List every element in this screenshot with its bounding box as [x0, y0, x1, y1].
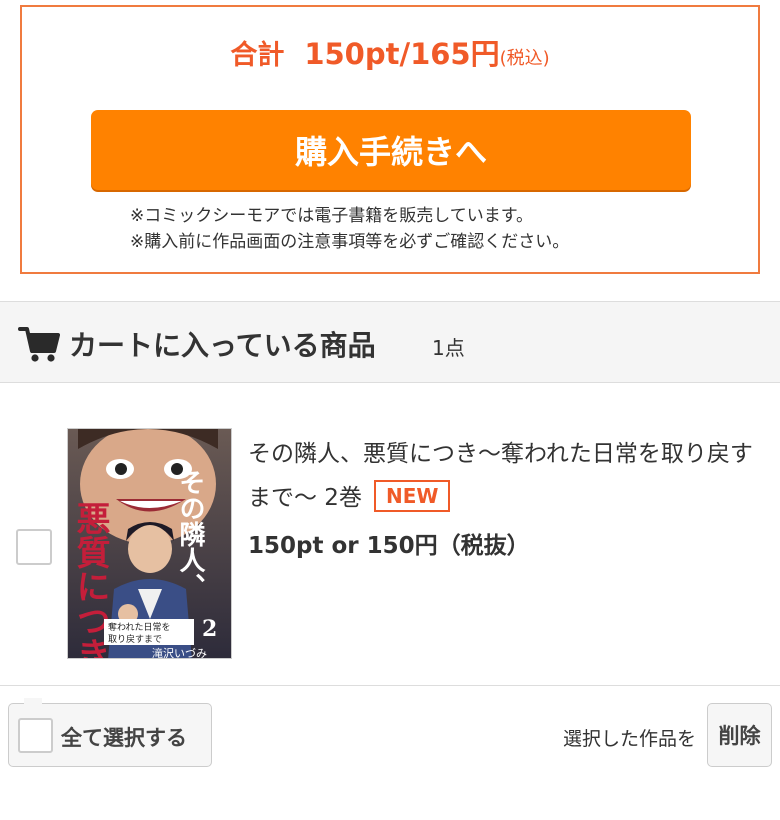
cart-header: カートに入っている商品 1点 [0, 301, 780, 383]
book-cover[interactable]: その隣人、 悪質につき 奪われた日常を 取り戻すまで 2 滝沢いづみ [67, 428, 232, 659]
total-amount: 150pt/165円 [304, 37, 500, 71]
order-summary: 合計 150pt/165円(税込) 購入手続きへ ※コミックシーモアでは電子書籍を… [20, 5, 760, 274]
total-label: 合計 [230, 40, 285, 71]
item-price: 150pt or 150円（税抜） [248, 533, 530, 559]
new-badge: NEW [373, 480, 451, 512]
cover-volume: 2 [202, 616, 217, 642]
note-line: ※購入前に作品画面の注意事項等を必ずご確認ください。 [130, 232, 570, 252]
cover-subtitle: 奪われた日常を [108, 621, 171, 633]
tooltip-arrow-cover [24, 698, 42, 706]
cart-title: カートに入っている商品 [69, 329, 376, 362]
checkout-button[interactable]: 購入手続きへ [91, 110, 691, 190]
select-all-checkbox[interactable] [18, 718, 53, 753]
note-line: ※コミックシーモアでは電子書籍を販売しています。 [130, 206, 534, 226]
select-all-label: 全て選択する [61, 726, 187, 750]
item-title[interactable]: その隣人、悪質につき〜奪われた日常を取り戻すまで〜 2巻 NEW [248, 432, 773, 520]
delete-button[interactable]: 削除 [707, 703, 772, 767]
notes: ※コミックシーモアでは電子書籍を販売しています。 ※購入前に作品画面の注意事項等… [130, 203, 569, 255]
book-cover-art: その隣人、 悪質につき 奪われた日常を 取り戻すまで 2 滝沢いづみ [68, 429, 231, 659]
cover-subtitle: 取り戻すまで [108, 633, 162, 645]
divider [0, 685, 780, 686]
cover-author: 滝沢いづみ [152, 646, 207, 659]
tax-note: (税込) [499, 48, 550, 69]
select-all-button[interactable]: 全て選択する [8, 703, 212, 767]
item-title-text[interactable]: その隣人、悪質につき〜奪われた日常を取り戻すまで〜 2巻 [248, 441, 753, 511]
cart-icon [18, 327, 60, 362]
cover-title-text: その隣人、 [175, 469, 205, 599]
selected-items-label: 選択した作品を [563, 728, 697, 750]
cart-count: 1点 [432, 336, 465, 360]
total-price: 合計 150pt/165円(税込) [22, 31, 758, 73]
item-checkbox[interactable] [16, 529, 52, 565]
